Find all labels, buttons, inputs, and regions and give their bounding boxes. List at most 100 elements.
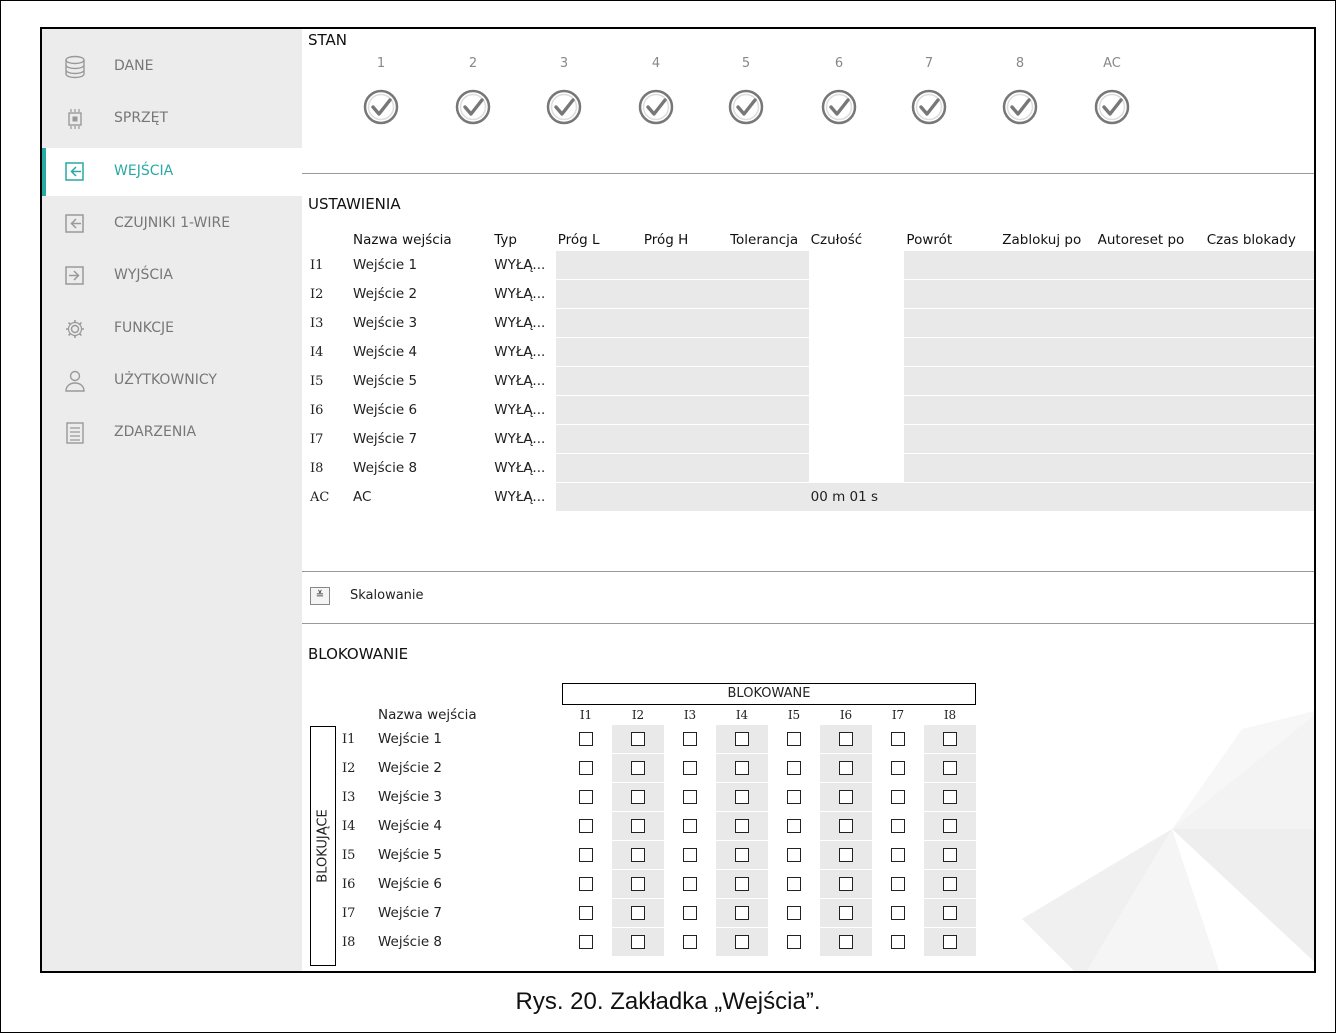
settings-cell[interactable] xyxy=(1095,308,1205,338)
settings-cell[interactable] xyxy=(641,251,729,280)
blocking-checkbox[interactable] xyxy=(735,935,749,949)
blocking-checkbox[interactable] xyxy=(943,877,957,891)
settings-cell[interactable] xyxy=(728,424,809,454)
settings-cell[interactable] xyxy=(904,453,1001,483)
blocking-checkbox[interactable] xyxy=(943,848,957,862)
table-row[interactable]: AC AC WYŁĄ... 00 m 01 s xyxy=(308,482,1314,512)
blocking-checkbox[interactable] xyxy=(579,906,593,920)
blocking-checkbox[interactable] xyxy=(891,761,905,775)
sidebar-item-użytkownicy[interactable]: UŻYTKOWNICY xyxy=(42,357,302,405)
input-type-cell[interactable]: WYŁĄ... xyxy=(492,366,556,396)
settings-cell[interactable] xyxy=(555,337,642,367)
settings-cell[interactable] xyxy=(641,366,729,396)
blocking-checkbox[interactable] xyxy=(735,732,749,746)
input-type-cell[interactable]: WYŁĄ... xyxy=(492,395,556,425)
settings-cell[interactable] xyxy=(555,308,642,338)
settings-cell[interactable] xyxy=(1095,251,1205,280)
settings-cell[interactable] xyxy=(555,251,642,280)
blocking-checkbox[interactable] xyxy=(631,732,645,746)
settings-cell[interactable] xyxy=(904,395,1001,425)
input-name-cell[interactable]: Wejście 6 xyxy=(351,395,493,425)
settings-cell[interactable] xyxy=(728,279,809,309)
settings-cell[interactable] xyxy=(1000,395,1096,425)
sensitivity-cell[interactable] xyxy=(808,395,905,425)
sensitivity-cell[interactable] xyxy=(808,337,905,367)
blocking-checkbox[interactable] xyxy=(839,877,853,891)
settings-cell[interactable] xyxy=(1000,308,1096,338)
blocking-checkbox[interactable] xyxy=(787,790,801,804)
table-row[interactable]: I7 Wejście 7 WYŁĄ... xyxy=(308,424,1314,454)
sensitivity-cell[interactable]: 00 m 01 s xyxy=(808,482,905,512)
settings-cell[interactable] xyxy=(904,308,1001,338)
input-name-cell[interactable]: AC xyxy=(351,482,493,512)
settings-cell[interactable] xyxy=(728,308,809,338)
settings-cell[interactable] xyxy=(1095,366,1205,396)
blocking-checkbox[interactable] xyxy=(839,790,853,804)
blocking-checkbox[interactable] xyxy=(631,819,645,833)
settings-cell[interactable] xyxy=(1204,482,1314,512)
settings-cell[interactable] xyxy=(555,279,642,309)
settings-cell[interactable] xyxy=(1204,453,1314,483)
settings-cell[interactable] xyxy=(641,308,729,338)
sidebar-item-funkcje[interactable]: FUNKCJE xyxy=(42,305,302,353)
blocking-checkbox[interactable] xyxy=(683,732,697,746)
blocking-checkbox[interactable] xyxy=(735,790,749,804)
settings-cell[interactable] xyxy=(728,251,809,280)
blocking-checkbox[interactable] xyxy=(787,732,801,746)
settings-cell[interactable] xyxy=(1095,395,1205,425)
chevron-down-icon[interactable]: ≚ xyxy=(310,587,330,605)
blocking-checkbox[interactable] xyxy=(891,877,905,891)
input-name-cell[interactable]: Wejście 1 xyxy=(351,251,493,280)
blocking-checkbox[interactable] xyxy=(943,935,957,949)
sensitivity-cell[interactable] xyxy=(808,308,905,338)
blocking-checkbox[interactable] xyxy=(943,906,957,920)
blocking-checkbox[interactable] xyxy=(839,819,853,833)
blocking-checkbox[interactable] xyxy=(943,790,957,804)
blocking-checkbox[interactable] xyxy=(579,819,593,833)
sensitivity-cell[interactable] xyxy=(808,366,905,396)
settings-cell[interactable] xyxy=(904,251,1001,280)
settings-cell[interactable] xyxy=(1204,251,1314,280)
sidebar-item-sprzęt[interactable]: SPRZĘT xyxy=(42,95,302,143)
settings-cell[interactable] xyxy=(641,424,729,454)
sensitivity-cell[interactable] xyxy=(808,279,905,309)
blocking-checkbox[interactable] xyxy=(683,906,697,920)
table-row[interactable]: I5 Wejście 5 WYŁĄ... xyxy=(308,366,1314,396)
input-name-cell[interactable]: Wejście 2 xyxy=(351,279,493,309)
settings-cell[interactable] xyxy=(555,453,642,483)
blocking-checkbox[interactable] xyxy=(579,848,593,862)
sensitivity-cell[interactable] xyxy=(808,453,905,483)
blocking-checkbox[interactable] xyxy=(683,848,697,862)
settings-cell[interactable] xyxy=(1204,279,1314,309)
input-type-cell[interactable]: WYŁĄ... xyxy=(492,453,556,483)
input-type-cell[interactable]: WYŁĄ... xyxy=(492,308,556,338)
blocking-checkbox[interactable] xyxy=(735,877,749,891)
settings-cell[interactable] xyxy=(1204,366,1314,396)
blocking-checkbox[interactable] xyxy=(787,848,801,862)
settings-cell[interactable] xyxy=(555,366,642,396)
settings-cell[interactable] xyxy=(641,337,729,367)
blocking-checkbox[interactable] xyxy=(891,732,905,746)
settings-cell[interactable] xyxy=(555,395,642,425)
settings-cell[interactable] xyxy=(728,395,809,425)
blocking-checkbox[interactable] xyxy=(631,790,645,804)
table-row[interactable]: I3 Wejście 3 WYŁĄ... xyxy=(308,308,1314,338)
blocking-checkbox[interactable] xyxy=(683,877,697,891)
blocking-checkbox[interactable] xyxy=(891,790,905,804)
settings-cell[interactable] xyxy=(1204,395,1314,425)
blocking-checkbox[interactable] xyxy=(787,906,801,920)
blocking-checkbox[interactable] xyxy=(839,761,853,775)
blocking-checkbox[interactable] xyxy=(839,848,853,862)
table-row[interactable]: I2 Wejście 2 WYŁĄ... xyxy=(308,279,1314,309)
blocking-checkbox[interactable] xyxy=(579,877,593,891)
sidebar-item-czujniki-1-wire[interactable]: CZUJNIKI 1-WIRE xyxy=(42,200,302,248)
settings-cell[interactable] xyxy=(641,453,729,483)
blocking-checkbox[interactable] xyxy=(787,819,801,833)
settings-cell[interactable] xyxy=(728,337,809,367)
blocking-checkbox[interactable] xyxy=(943,819,957,833)
table-row[interactable]: I4 Wejście 4 WYŁĄ... xyxy=(308,337,1314,367)
settings-cell[interactable] xyxy=(1000,337,1096,367)
settings-cell[interactable] xyxy=(641,395,729,425)
settings-cell[interactable] xyxy=(555,482,642,512)
blocking-checkbox[interactable] xyxy=(839,935,853,949)
